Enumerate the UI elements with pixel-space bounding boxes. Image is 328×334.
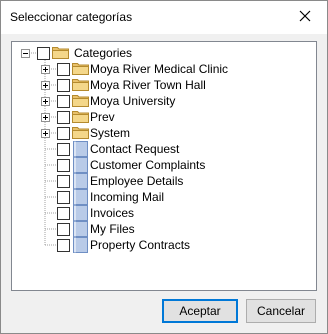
tree-node-label: Customer Complaints xyxy=(90,158,206,172)
tree-node-label: Property Contracts xyxy=(90,238,191,252)
category-icon xyxy=(73,141,88,157)
folder-icon xyxy=(72,111,89,123)
checkbox[interactable] xyxy=(57,239,70,252)
folder-icon xyxy=(72,79,89,91)
category-icon xyxy=(73,189,88,205)
collapse-toggle[interactable] xyxy=(21,49,30,58)
tree-node-label: Categories xyxy=(74,46,133,60)
checkbox[interactable] xyxy=(57,223,70,236)
category-tree[interactable]: Categories Moya River Medical Clinic Moy… xyxy=(11,41,317,291)
close-button[interactable] xyxy=(283,1,327,31)
tree-node-label: Prev xyxy=(90,110,115,124)
checkbox[interactable] xyxy=(57,95,70,108)
select-categories-dialog: Seleccionar categorías Categories Moya R… xyxy=(0,0,328,334)
tree-node-label: Moya River Town Hall xyxy=(90,78,206,92)
category-icon xyxy=(73,237,88,253)
checkbox[interactable] xyxy=(57,143,70,156)
tree-node-label: Employee Details xyxy=(90,174,184,188)
cancel-button[interactable]: Cancelar xyxy=(246,299,316,323)
category-icon xyxy=(73,221,88,237)
checkbox[interactable] xyxy=(57,111,70,124)
checkbox[interactable] xyxy=(57,191,70,204)
folder-icon xyxy=(72,127,89,139)
tree-node-label: Incoming Mail xyxy=(90,190,165,204)
category-icon xyxy=(73,157,88,173)
expand-toggle[interactable] xyxy=(41,113,50,122)
ok-button[interactable]: Aceptar xyxy=(162,299,238,323)
title-bar: Seleccionar categorías xyxy=(1,1,327,34)
expand-toggle[interactable] xyxy=(41,65,50,74)
expand-toggle[interactable] xyxy=(41,129,50,138)
expand-toggle[interactable] xyxy=(41,97,50,106)
folder-icon xyxy=(52,47,69,59)
checkbox[interactable] xyxy=(57,127,70,140)
checkbox[interactable] xyxy=(37,47,50,60)
tree-node-label: Invoices xyxy=(90,206,135,220)
checkbox[interactable] xyxy=(57,79,70,92)
checkbox[interactable] xyxy=(57,159,70,172)
window-title: Seleccionar categorías xyxy=(10,10,133,24)
tree-node-label: My Files xyxy=(90,222,135,236)
category-icon xyxy=(73,173,88,189)
tree-node-label: Contact Request xyxy=(90,142,180,156)
close-icon xyxy=(299,10,311,22)
checkbox[interactable] xyxy=(57,207,70,220)
category-icon xyxy=(73,205,88,221)
tree-node-label: System xyxy=(90,126,131,140)
expand-toggle[interactable] xyxy=(41,81,50,90)
folder-icon xyxy=(72,95,89,107)
folder-icon xyxy=(72,63,89,75)
checkbox[interactable] xyxy=(57,63,70,76)
tree-node-label: Moya River Medical Clinic xyxy=(90,62,229,76)
checkbox[interactable] xyxy=(57,175,70,188)
tree-node-label: Moya University xyxy=(90,94,176,108)
